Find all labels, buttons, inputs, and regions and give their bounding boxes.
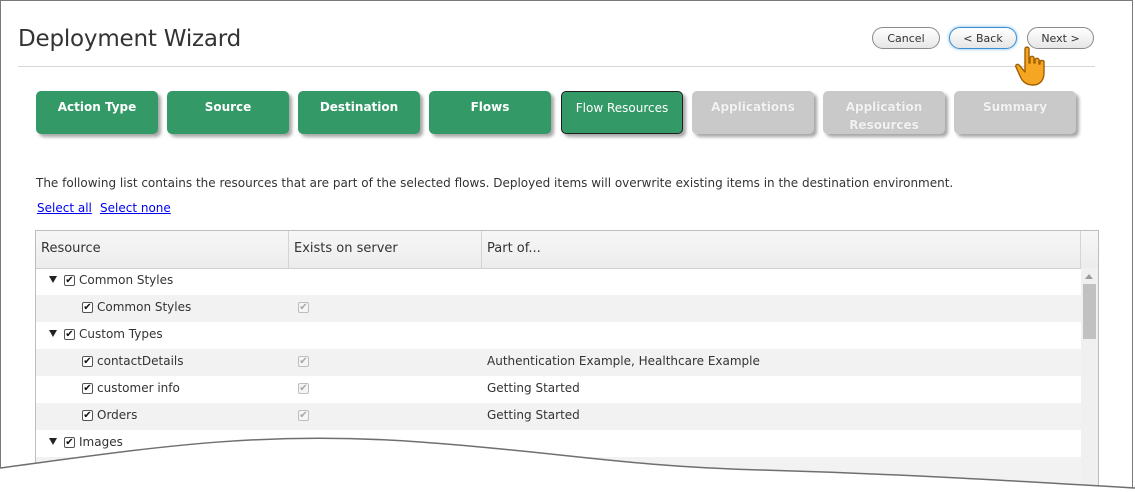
description-text: The following list contains the resource… [36, 176, 954, 190]
title-divider [18, 66, 1095, 67]
group-label: Common Styles [79, 273, 174, 287]
group-row-common-styles[interactable]: ✔ Common Styles [36, 268, 1081, 295]
column-header-part-of[interactable]: Part of... [482, 231, 1081, 268]
select-none-link[interactable]: Select none [100, 201, 171, 215]
step-label-line2: Resources [849, 118, 919, 132]
checkbox-checked-icon[interactable]: ✔ [82, 302, 93, 313]
resource-name: contactDetails [97, 354, 184, 368]
page-title: Deployment Wizard [18, 26, 242, 52]
exists-checkbox-icon: ✔ [298, 383, 309, 394]
grid-header: Resource Exists on server Part of... [36, 231, 1098, 269]
step-applications: Applications [692, 91, 814, 134]
exists-checkbox-icon: ✔ [298, 410, 309, 421]
step-destination[interactable]: Destination [298, 91, 420, 134]
checkbox-checked-icon[interactable]: ✔ [64, 329, 75, 340]
step-summary: Summary [954, 91, 1076, 134]
hand-pointer-icon [1015, 46, 1045, 86]
step-flow-resources[interactable]: Flow Resources [561, 91, 683, 134]
part-of-value: Authentication Example, Healthcare Examp… [487, 354, 760, 368]
resource-name: customer info [97, 381, 180, 395]
part-of-value: Getting Started [487, 408, 580, 422]
part-of-value: Getting Started [487, 381, 580, 395]
group-label: Custom Types [79, 327, 163, 341]
table-row[interactable]: ✔ Orders ✔ Getting Started [36, 403, 1081, 430]
checkbox-checked-icon[interactable]: ✔ [82, 383, 93, 394]
column-header-exists[interactable]: Exists on server [289, 231, 482, 268]
step-flows[interactable]: Flows [429, 91, 551, 134]
table-row[interactable]: ✔ Common Styles ✔ [36, 295, 1081, 322]
step-application-resources: Application Resources [823, 91, 945, 134]
back-button[interactable]: < Back [949, 27, 1017, 49]
exists-checkbox-icon: ✔ [298, 356, 309, 367]
resource-name: Orders [97, 408, 138, 422]
select-all-link[interactable]: Select all [37, 201, 92, 215]
table-row[interactable]: ✔ customer info ✔ Getting Started [36, 376, 1081, 403]
scroll-up-arrow-icon[interactable] [1085, 274, 1093, 279]
checkbox-checked-icon[interactable]: ✔ [64, 275, 75, 286]
checkbox-checked-icon[interactable]: ✔ [82, 410, 93, 421]
resource-name: Common Styles [97, 300, 192, 314]
checkbox-checked-icon[interactable]: ✔ [82, 356, 93, 367]
column-header-resource[interactable]: Resource [36, 231, 289, 268]
torn-edge-decoration [0, 437, 1135, 492]
table-row[interactable]: ✔ contactDetails ✔ Authentication Exampl… [36, 349, 1081, 376]
wizard-window: Deployment Wizard Cancel < Back Next > A… [0, 0, 1133, 490]
triangle-down-icon[interactable] [49, 276, 57, 283]
step-source[interactable]: Source [167, 91, 289, 134]
step-label-line1: Application [845, 100, 923, 114]
cancel-button[interactable]: Cancel [872, 27, 940, 49]
scrollbar-thumb[interactable] [1083, 284, 1096, 339]
step-action-type[interactable]: Action Type [36, 91, 158, 134]
triangle-down-icon[interactable] [49, 330, 57, 337]
exists-checkbox-icon: ✔ [298, 302, 309, 313]
group-row-custom-types[interactable]: ✔ Custom Types [36, 322, 1081, 349]
